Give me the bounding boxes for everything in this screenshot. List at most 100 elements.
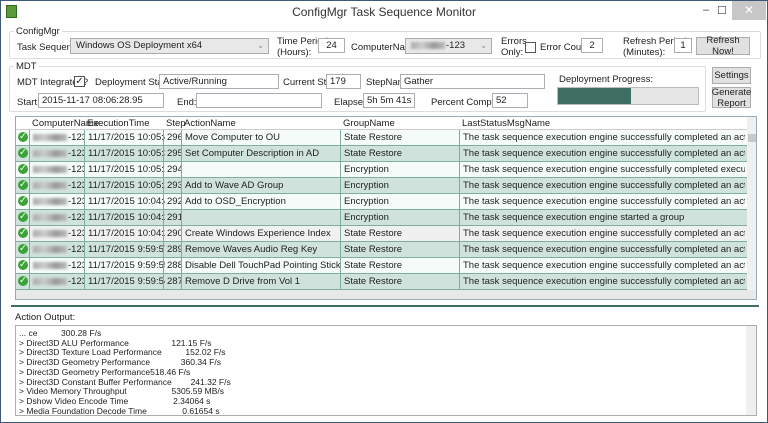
cell-step-text: 290 — [167, 228, 182, 239]
redacted-name — [33, 133, 67, 141]
cell-computername: -123 — [29, 242, 85, 258]
splitter[interactable] — [11, 305, 759, 307]
cell-executiontime-text: 11/17/2015 9:59:57 AM — [88, 244, 165, 255]
output-scrollbar[interactable] — [746, 326, 756, 415]
cell-laststatusmsgname: The task sequence execution engine succe… — [459, 194, 745, 210]
chevron-down-icon: ⌄ — [257, 41, 264, 50]
cell-laststatusmsgname: The task sequence execution engine succe… — [459, 274, 745, 290]
cell-step-text: 293 — [167, 180, 182, 191]
cell-computername: -123 — [29, 178, 85, 194]
vertical-scrollbar[interactable] — [747, 117, 756, 290]
output-line: ... ce 300.28 F/s — [19, 328, 102, 338]
time-period-input[interactable]: 24 — [318, 38, 345, 53]
cell-groupname-text: State Restore — [344, 132, 403, 143]
redacted-name — [33, 245, 67, 253]
action-output-label: Action Output: — [15, 312, 76, 323]
cell-laststatusmsgname-text: The task sequence execution engine succe… — [463, 196, 745, 207]
table-row[interactable]: ✓ -12311/17/2015 9:59:55 AM288Disable Del… — [16, 258, 747, 274]
mdt-integrated-checkbox[interactable]: ✓ — [74, 76, 85, 87]
cell-step-text: 291 — [167, 212, 182, 223]
horizontal-scrollbar[interactable] — [16, 290, 756, 299]
cell-computername-text: -123 — [68, 260, 85, 271]
refresh-now-button[interactable]: Refresh Now! — [696, 35, 750, 57]
task-sequence-value: Windows OS Deployment x64 — [76, 40, 203, 51]
cell-executiontime-text: 11/17/2015 10:04:21 AM — [88, 212, 165, 223]
table-row[interactable]: ✓ -12311/17/2015 10:05:13 AM293Add to Wav… — [16, 178, 747, 194]
cell-groupname-text: State Restore — [344, 244, 403, 255]
start-label: Start: — [17, 97, 40, 108]
cell-computername-text: -123 — [68, 196, 85, 207]
column-header-executiontime[interactable]: ExecutionTime — [87, 118, 149, 129]
chevron-down-icon: ⌄ — [480, 41, 487, 50]
redacted-name — [33, 229, 67, 237]
generate-report-button[interactable]: Generate Report — [711, 86, 752, 109]
output-line: > Media Foundation Decode Time 0.61654 s — [19, 405, 220, 416]
cell-executiontime: 11/17/2015 10:04:46 AM — [84, 194, 165, 210]
cell-groupname: State Restore — [340, 146, 460, 162]
step-name-field[interactable]: Gather — [400, 74, 545, 89]
cell-laststatusmsgname: The task sequence execution engine succe… — [459, 226, 745, 242]
output-line: > Dshow Video Encode Time 2.34064 s — [19, 395, 211, 406]
cell-groupname: State Restore — [340, 130, 460, 146]
table-row[interactable]: ✓ -12311/17/2015 10:05:49 AM296Move Compu… — [16, 130, 747, 146]
current-step-field[interactable]: 179 — [326, 74, 361, 89]
cell-groupname-text: State Restore — [344, 228, 403, 239]
cell-executiontime: 11/17/2015 9:59:54 AM — [84, 274, 165, 290]
errors-only-label: Errors Only: — [501, 36, 527, 58]
success-check-icon: ✓ — [18, 212, 28, 222]
close-button[interactable]: ✕ — [732, 1, 766, 20]
cell-executiontime-text: 11/17/2015 10:04:46 AM — [88, 196, 165, 207]
error-count-input[interactable]: 2 — [581, 38, 603, 53]
generate-report-label-line1: Generate — [711, 86, 752, 98]
column-header-actionname[interactable]: ActionName — [184, 118, 236, 129]
percent-complete-field[interactable]: 52 — [492, 93, 528, 108]
elapsed-field[interactable]: 5h 5m 41s — [363, 93, 415, 108]
computer-name-value: -123 — [446, 40, 466, 51]
success-check-icon: ✓ — [18, 244, 28, 254]
deployment-status-field[interactable]: Active/Running — [159, 74, 279, 89]
table-row[interactable]: ✓ -12311/17/2015 9:59:54 AM287Remove D Dr… — [16, 274, 747, 290]
cell-laststatusmsgname-text: The task sequence execution engine succe… — [463, 228, 745, 239]
column-header-step[interactable]: Step — [166, 118, 186, 129]
refresh-period-input[interactable]: 1 — [674, 38, 692, 53]
output-line: > Direct3D ALU Performance 121.15 F/s — [19, 337, 212, 348]
table-row[interactable]: ✓ -12311/17/2015 10:04:21 AM291 Encryption… — [16, 210, 747, 226]
output-line: > Direct3D Geometry Performance 360.34 F… — [19, 357, 221, 368]
cell-actionname-text: Add to Wave AD Group — [185, 180, 284, 191]
errors-only-checkbox[interactable] — [525, 42, 536, 53]
settings-button[interactable]: Settings — [712, 67, 751, 84]
maximize-button[interactable]: ☐ — [717, 4, 727, 17]
cell-step-text: 295 — [167, 148, 182, 159]
table-row[interactable]: ✓ -12311/17/2015 10:05:34 AM295Set Comput… — [16, 146, 747, 162]
cell-actionname-text: Disable Dell TouchPad Pointing Stick — [185, 260, 340, 271]
table-row[interactable]: ✓ -12311/17/2015 9:59:57 AM289Remove Wave… — [16, 242, 747, 258]
cell-computername: -123 — [29, 210, 85, 226]
start-field[interactable]: 2015-11-17 08:06:28.95 — [38, 93, 164, 108]
deployment-progress-bar — [557, 87, 699, 105]
cell-actionname-text: Move Computer to OU — [185, 132, 281, 143]
cell-groupname-text: Encryption — [344, 212, 389, 223]
task-sequence-dropdown[interactable]: Windows OS Deployment x64 ⌄ — [70, 38, 269, 54]
cell-computername: -123 — [29, 258, 85, 274]
cell-groupname-text: Encryption — [344, 180, 389, 191]
scroll-thumb[interactable] — [748, 134, 756, 142]
table-row[interactable]: ✓ -12311/17/2015 10:04:20 AM290Create Win… — [16, 226, 747, 242]
success-check-icon: ✓ — [18, 164, 28, 174]
cell-groupname: State Restore — [340, 258, 460, 274]
column-header-groupname[interactable]: GroupName — [343, 118, 395, 129]
success-check-icon: ✓ — [18, 148, 28, 158]
computer-name-dropdown[interactable]: -123 ⌄ — [405, 38, 492, 54]
cell-laststatusmsgname: The task sequence execution engine succe… — [459, 162, 745, 178]
table-row[interactable]: ✓ -12311/17/2015 10:05:14 AM294 Encryption… — [16, 162, 747, 178]
minimize-button[interactable]: – — [703, 4, 709, 16]
action-output-textbox[interactable]: ... ce 300.28 F/s > Direct3D ALU Performa… — [15, 325, 757, 416]
end-field[interactable] — [196, 93, 322, 108]
cell-laststatusmsgname-text: The task sequence execution engine succe… — [463, 180, 745, 191]
cell-actionname-text: Set Computer Description in AD — [185, 148, 320, 159]
table-row[interactable]: ✓ -12311/17/2015 10:04:46 AM292Add to OSD… — [16, 194, 747, 210]
configmgr-group-label: ConfigMgr — [14, 26, 62, 37]
redacted-name — [33, 213, 67, 221]
column-header-laststatusmsgname[interactable]: LastStatusMsgName — [462, 118, 550, 129]
cell-executiontime-text: 11/17/2015 9:59:55 AM — [88, 260, 165, 271]
cell-step: 295 — [163, 146, 182, 162]
